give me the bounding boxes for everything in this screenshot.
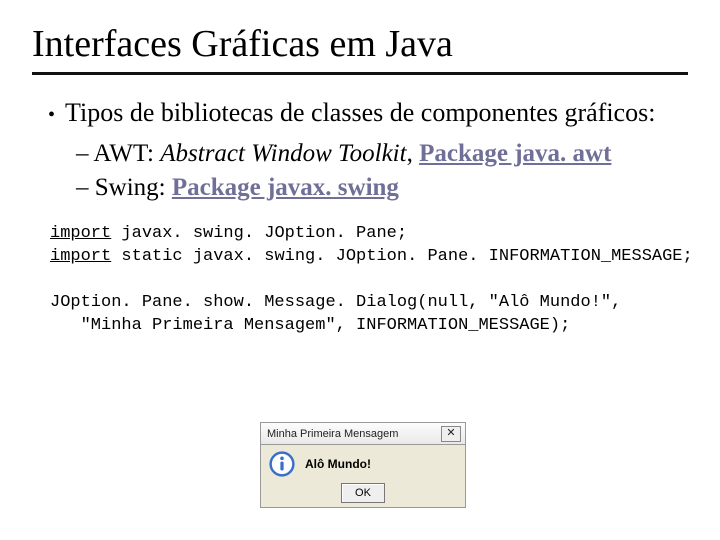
sub2-prefix: – Swing:	[76, 174, 172, 201]
code-block: import javax. swing. JOption. Pane; impo…	[50, 223, 688, 338]
bullet-dot: •	[48, 104, 55, 126]
bullet-main-text: Tipos de bibliotecas de classes de compo…	[65, 98, 655, 127]
dialog-titlebar: Minha Primeira Mensagem ✕	[260, 422, 466, 444]
dialog-body: Alô Mundo! OK	[260, 444, 466, 508]
link-javax-swing[interactable]: Package javax. swing	[172, 174, 399, 201]
code-line2-rest: static javax. swing. JOption. Pane. INFO…	[111, 247, 693, 266]
bullet-main: • Tipos de bibliotecas de classes de comp…	[32, 97, 688, 130]
link-java-awt[interactable]: Package java. awt	[419, 140, 611, 167]
dialog-content: Alô Mundo!	[261, 445, 465, 483]
code-line3: JOption. Pane. show. Message. Dialog(nul…	[50, 293, 621, 312]
dialog-message: Alô Mundo!	[305, 457, 371, 471]
code-line1-rest: javax. swing. JOption. Pane;	[111, 224, 407, 243]
code-kw-import-1: import	[50, 224, 111, 243]
code-kw-import-2: import	[50, 247, 111, 266]
slide-container: Interfaces Gráficas em Java • Tipos de bi…	[0, 0, 720, 540]
title-divider	[32, 72, 688, 75]
dialog-title-text: Minha Primeira Mensagem	[267, 428, 398, 440]
sub-bullet-swing: – Swing: Package javax. swing	[32, 171, 688, 205]
sub1-prefix: – AWT:	[76, 140, 160, 167]
ok-button-label: OK	[355, 487, 371, 499]
slide-title: Interfaces Gráficas em Java	[32, 24, 688, 66]
close-icon: ✕	[446, 428, 455, 439]
information-icon	[269, 451, 295, 477]
sub1-italic: Abstract Window Toolkit	[160, 140, 406, 167]
ok-button[interactable]: OK	[341, 483, 385, 503]
code-line4: "Minha Primeira Mensagem", INFORMATION_M…	[50, 316, 570, 335]
dialog-button-row: OK	[261, 483, 465, 509]
close-button[interactable]: ✕	[441, 426, 461, 442]
sub1-sep: ,	[407, 140, 420, 167]
sub-bullet-awt: – AWT: Abstract Window Toolkit, Package …	[32, 137, 688, 171]
message-dialog: Minha Primeira Mensagem ✕ Alô Mundo! OK	[260, 422, 466, 508]
